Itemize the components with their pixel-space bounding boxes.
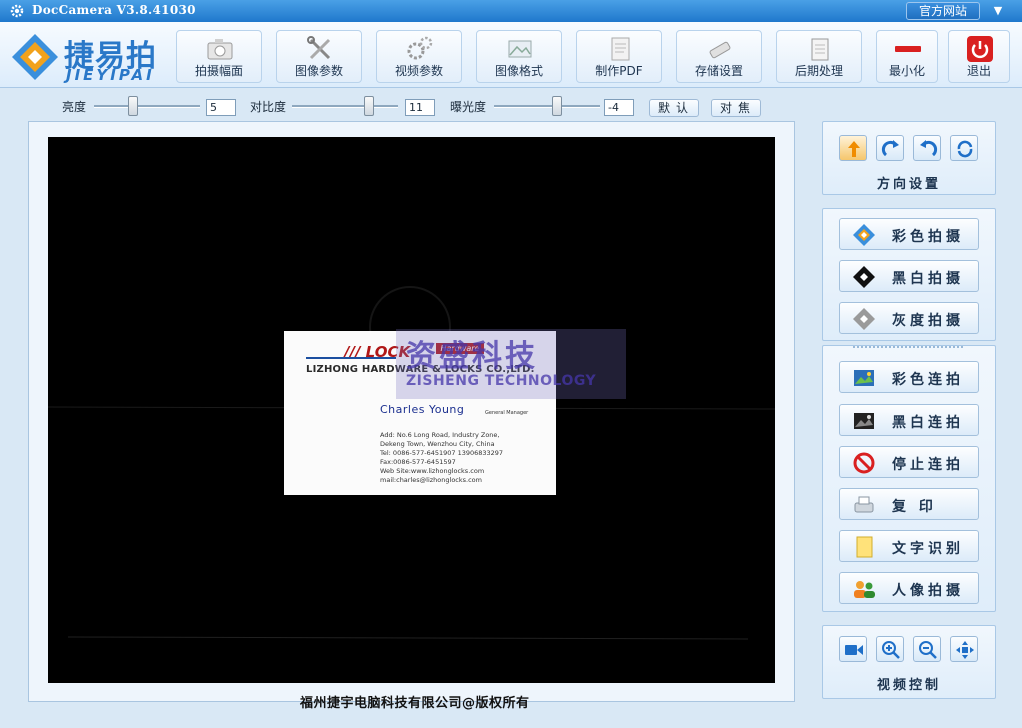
tools-icon (307, 36, 331, 60)
adjustment-controls: 亮度 5 对比度 11 曝光度 -4 默认 对焦 (0, 94, 820, 120)
stop-burst-button[interactable]: 停止连拍 (839, 446, 979, 478)
capture-panel: 彩色拍摄 黑白拍摄 灰度拍摄 (822, 208, 996, 341)
exposure-value[interactable]: -4 (604, 99, 634, 116)
gears-icon (407, 36, 433, 60)
rotate-cw-icon (881, 140, 899, 157)
gray-diamond-icon (853, 308, 875, 330)
window-title: DocCamera V3.8.41030 (32, 3, 196, 17)
camera-icon (207, 39, 233, 60)
rotate-right-button[interactable] (876, 135, 904, 161)
card-contact-lines: Add: No.6 Long Road, Industry Zone, Deke… (380, 431, 504, 484)
camera-preview[interactable]: /// LOCK Hardware LIZHONG HARDWARE & LOC… (48, 137, 775, 683)
color-capture-button[interactable]: 彩色拍摄 (839, 218, 979, 250)
title-bar: DocCamera V3.8.41030 官方网站 ▼ (0, 0, 1022, 22)
continuous-panel: 彩色连拍 黑白连拍 停止连拍 复 印 文字识别 人像拍摄 (822, 345, 996, 612)
video-panel: 视频控制 (822, 625, 996, 699)
brightness-slider-thumb[interactable] (128, 96, 138, 116)
printer-icon (854, 496, 874, 513)
arrow-up-icon (848, 141, 860, 157)
post-processing-button[interactable]: 后期处理 (776, 30, 862, 83)
color-photo-icon (854, 370, 874, 386)
exit-button[interactable]: 退出 (948, 30, 1010, 83)
rotate-180-button[interactable] (950, 135, 978, 161)
image-icon (508, 40, 532, 58)
exposure-label: 曝光度 (450, 100, 487, 114)
contrast-label: 对比度 (250, 100, 287, 114)
card-role: General Manager (485, 410, 529, 416)
bw-capture-button[interactable]: 黑白拍摄 (839, 260, 979, 292)
capture-size-button[interactable]: 拍摄幅面 (176, 30, 262, 83)
brightness-value[interactable]: 5 (206, 99, 236, 116)
brightness-slider[interactable] (94, 96, 200, 116)
color-burst-button[interactable]: 彩色连拍 (839, 361, 979, 393)
video-control-title: 视频控制 (876, 678, 941, 693)
official-website-button[interactable]: 官方网站 (906, 2, 980, 20)
direction-panel: 方向设置 (822, 121, 996, 195)
card-person-name: Charles Young (380, 403, 465, 416)
fit-screen-button[interactable] (950, 636, 978, 662)
panel-grip (853, 346, 963, 350)
zoom-out-button[interactable] (913, 636, 941, 662)
exposure-slider[interactable] (494, 96, 600, 116)
watermark-cn: 资盛科技 (406, 339, 538, 374)
zoom-out-icon (919, 641, 937, 659)
contrast-slider[interactable] (292, 96, 398, 116)
gray-capture-button[interactable]: 灰度拍摄 (839, 302, 979, 334)
logo-en-text: JIEYIPAI (66, 66, 155, 84)
direction-title: 方向设置 (876, 177, 941, 192)
video-record-button[interactable] (839, 636, 867, 662)
ocr-button[interactable]: 文字识别 (839, 530, 979, 562)
black-diamond-icon (853, 266, 875, 288)
default-button[interactable]: 默认 (649, 99, 699, 117)
bw-burst-button[interactable]: 黑白连拍 (839, 404, 979, 436)
notepad-icon (811, 38, 829, 61)
video-camera-icon (845, 645, 863, 655)
portrait-capture-button[interactable]: 人像拍摄 (839, 572, 979, 604)
logo-diamond-icon (12, 34, 58, 80)
contrast-slider-thumb[interactable] (364, 96, 374, 116)
focus-button[interactable]: 对焦 (711, 99, 761, 117)
minimize-button[interactable]: 最小化 (876, 30, 938, 83)
pdf-icon (611, 37, 630, 61)
fit-icon (956, 641, 974, 659)
image-format-button[interactable]: 图像格式 (476, 30, 562, 83)
rotate-180-icon (957, 140, 973, 158)
gear-icon (10, 4, 24, 18)
chevron-down-icon[interactable]: ▼ (990, 3, 1006, 19)
make-pdf-button[interactable]: 制作PDF (576, 30, 662, 83)
copy-button[interactable]: 复 印 (839, 488, 979, 520)
usb-icon (709, 41, 731, 59)
rotate-up-button[interactable] (839, 135, 867, 161)
watermark-en: ZISHENG TECHNOLOGY (406, 373, 597, 389)
minimize-icon (895, 46, 921, 52)
toolbar: 捷易拍 JIEYIPAI 拍摄幅面 图像参数 视频参数 图像格式 制作PDF 存… (0, 22, 1022, 88)
zoom-in-button[interactable] (876, 636, 904, 662)
contrast-value[interactable]: 11 (405, 99, 435, 116)
zoom-in-icon (882, 641, 900, 659)
color-diamond-icon (853, 224, 875, 246)
rotate-ccw-icon (920, 140, 938, 157)
app-logo: 捷易拍 JIEYIPAI (6, 28, 166, 84)
stop-icon (853, 452, 875, 474)
brightness-label: 亮度 (62, 100, 87, 114)
exposure-slider-thumb[interactable] (552, 96, 562, 116)
people-icon (854, 581, 875, 598)
image-params-button[interactable]: 图像参数 (276, 30, 362, 83)
power-icon (967, 36, 993, 62)
note-icon (856, 536, 873, 558)
bw-photo-icon (854, 413, 874, 429)
rotate-left-button[interactable] (913, 135, 941, 161)
copyright-text: 福州捷宇电脑科技有限公司@版权所有 (300, 696, 530, 711)
storage-settings-button[interactable]: 存储设置 (676, 30, 762, 83)
card-divider (306, 357, 396, 359)
watermark: 资盛科技 ZISHENG TECHNOLOGY (396, 329, 626, 399)
video-params-button[interactable]: 视频参数 (376, 30, 462, 83)
